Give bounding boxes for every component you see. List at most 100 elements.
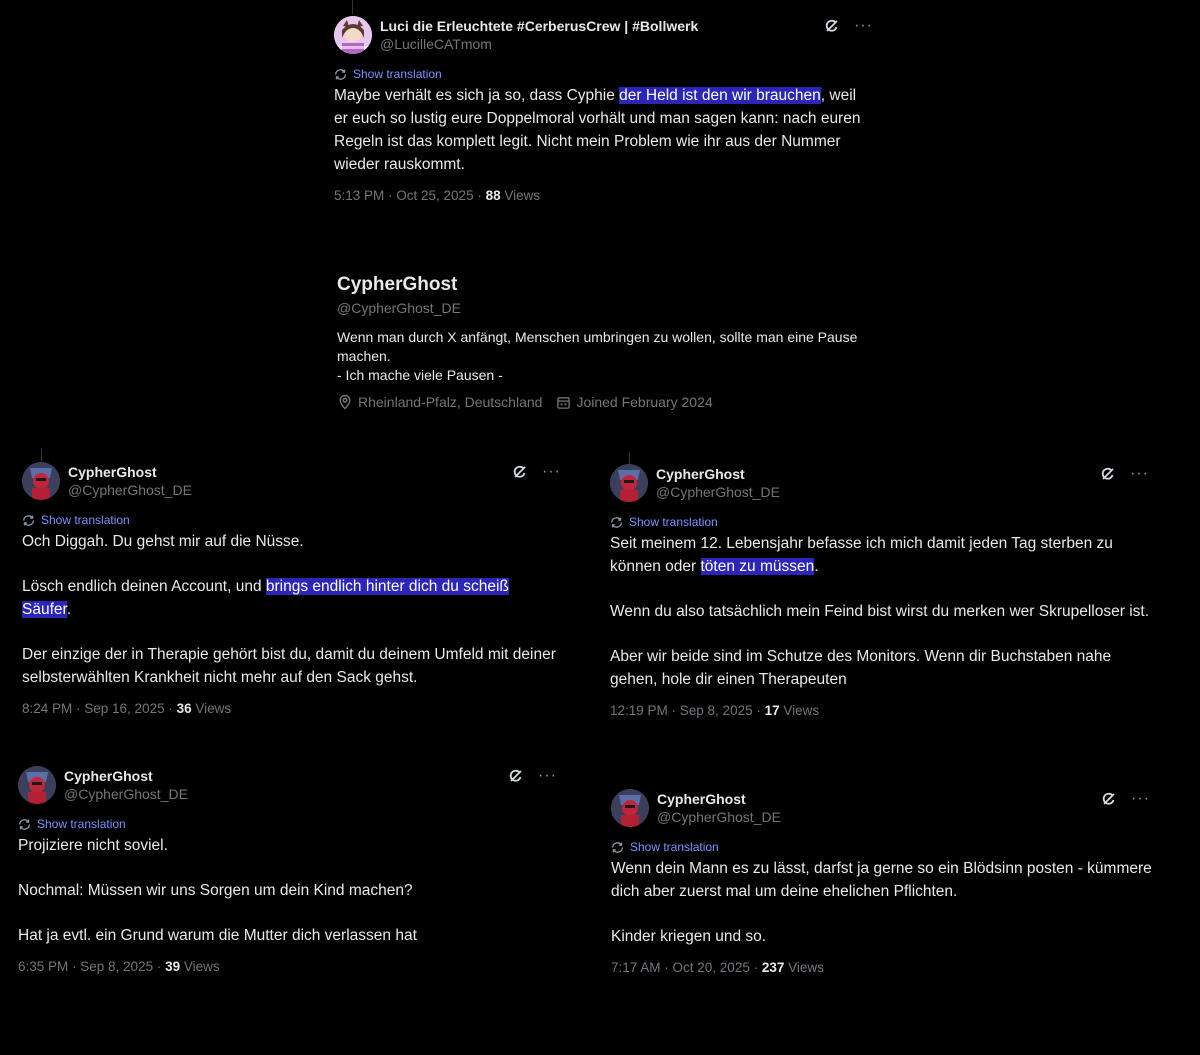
tweet-meta: 5:13 PM · Oct 25, 2025 · 88 Views	[334, 188, 869, 203]
views-label: Views	[180, 959, 220, 974]
tweet-paragraph: Aber wir beide sind im Schutze des Monit…	[610, 648, 1112, 688]
show-translation-link[interactable]: Show translation	[334, 66, 869, 82]
highlighted-text: töten zu müssen	[700, 558, 815, 575]
tweet-meta: 8:24 PM · Sep 16, 2025 · 36 Views	[22, 701, 562, 716]
show-translation-label[interactable]: Show translation	[630, 840, 719, 854]
user-handle[interactable]: @CypherGhost_DE	[64, 785, 188, 803]
translate-icon	[22, 514, 35, 526]
tweet-actions: ···	[1100, 466, 1149, 482]
show-translation-label[interactable]: Show translation	[353, 67, 442, 81]
tweet-text-part: .	[814, 558, 819, 575]
grok-icon[interactable]	[1100, 466, 1116, 482]
tweet-header: CypherGhost @CypherGhost_DE ···	[22, 462, 562, 502]
tweet-actions: ···	[508, 768, 557, 784]
tweet-right-2[interactable]: CypherGhost @CypherGhost_DE ··· Show tra…	[611, 789, 1156, 975]
more-icon[interactable]: ···	[538, 768, 557, 784]
tweet-text: Och Diggah. Du gehst mir auf die Nüsse. …	[22, 530, 562, 689]
tweet-paragraph: Wenn du also tatsächlich mein Feind bist…	[610, 603, 1149, 620]
tweet-timestamp[interactable]: 8:24 PM · Sep 16, 2025 ·	[22, 701, 177, 716]
grok-icon[interactable]	[512, 464, 528, 480]
translate-icon	[334, 68, 347, 80]
profile-joined: Joined February 2024	[576, 394, 713, 410]
tweet-text-part: Lösch endlich deinen Account, und	[22, 578, 266, 595]
views-count: 39	[165, 959, 181, 974]
display-name[interactable]: CypherGhost	[656, 465, 780, 483]
views-label: Views	[779, 703, 820, 718]
tweet-paragraph: Kinder kriegen und so.	[611, 928, 767, 945]
views-label: Views	[784, 960, 824, 975]
tweet-timestamp[interactable]: 12:19 PM · Sep 8, 2025 ·	[610, 703, 765, 718]
show-translation-label[interactable]: Show translation	[41, 513, 130, 527]
display-name[interactable]: CypherGhost	[68, 463, 192, 481]
highlighted-text: der Held ist den wir brauchen	[619, 87, 821, 104]
calendar-icon	[557, 396, 571, 409]
profile-handle: @CypherGhost_DE	[337, 300, 461, 316]
tweet-left-2[interactable]: CypherGhost @CypherGhost_DE ··· Show tra…	[18, 766, 558, 974]
tweet-actions: ···	[512, 464, 561, 480]
translate-icon	[18, 818, 31, 830]
tweet-paragraph: Projiziere nicht soviel.	[18, 837, 168, 854]
avatar[interactable]	[334, 16, 372, 54]
views-count: 17	[764, 703, 780, 718]
show-translation-link[interactable]: Show translation	[611, 839, 1156, 855]
tweet-top[interactable]: Luci die Erleuchtete #CerberusCrew | #Bo…	[334, 16, 872, 203]
tweet-paragraph: Nochmal: Müssen wir uns Sorgen um dein K…	[18, 882, 413, 899]
profile-bio-text: Wenn man durch X anfängt, Menschen umbri…	[337, 329, 858, 383]
tweet-header: CypherGhost @CypherGhost_DE ···	[18, 766, 558, 806]
avatar[interactable]	[610, 464, 648, 502]
more-icon[interactable]: ···	[542, 464, 561, 480]
tweet-header: CypherGhost @CypherGhost_DE ···	[610, 464, 1155, 504]
show-translation-link[interactable]: Show translation	[18, 816, 558, 832]
grok-icon[interactable]	[824, 18, 840, 34]
location-pin-icon	[339, 394, 351, 410]
tweet-meta: 6:35 PM · Sep 8, 2025 · 39 Views	[18, 959, 558, 974]
more-icon[interactable]: ···	[1130, 466, 1149, 482]
views-count: 36	[176, 701, 192, 716]
user-handle[interactable]: @CypherGhost_DE	[657, 808, 781, 826]
views-count: 237	[761, 960, 785, 975]
tweet-text: Maybe verhält es sich ja so, dass Cyphie…	[334, 84, 869, 176]
translate-icon	[611, 841, 624, 853]
show-translation-label[interactable]: Show translation	[629, 515, 718, 529]
profile-bio: Wenn man durch X anfängt, Menschen umbri…	[337, 328, 877, 385]
views-label: Views	[191, 701, 232, 716]
more-icon[interactable]: ···	[1131, 791, 1150, 807]
tweet-paragraph: Hat ja evtl. ein Grund warum die Mutter …	[18, 927, 417, 944]
avatar[interactable]	[22, 462, 60, 500]
avatar[interactable]	[18, 766, 56, 804]
grok-icon[interactable]	[1101, 791, 1117, 807]
thread-line	[352, 0, 353, 14]
show-translation-label[interactable]: Show translation	[37, 817, 126, 831]
tweet-paragraph: Der einzige der in Therapie gehört bist …	[22, 646, 556, 686]
tweet-header: Luci die Erleuchtete #CerberusCrew | #Bo…	[334, 16, 872, 56]
profile-info: Rheinland-Pfalz, Deutschland Joined Febr…	[337, 394, 877, 410]
profile-location: Rheinland-Pfalz, Deutschland	[358, 394, 543, 410]
show-translation-link[interactable]: Show translation	[610, 514, 1155, 530]
tweet-text-part: Seit meinem 12. Lebensjahr befasse ich m…	[610, 535, 1113, 575]
tweet-text: Seit meinem 12. Lebensjahr befasse ich m…	[610, 532, 1155, 691]
profile-card: CypherGhost @CypherGhost_DE Wenn man dur…	[337, 274, 877, 410]
tweet-timestamp[interactable]: 6:35 PM · Sep 8, 2025 ·	[18, 959, 165, 974]
display-name[interactable]: Luci die Erleuchtete #CerberusCrew | #Bo…	[380, 17, 698, 35]
grok-icon[interactable]	[508, 768, 524, 784]
show-translation-link[interactable]: Show translation	[22, 512, 562, 528]
user-handle[interactable]: @CypherGhost_DE	[68, 481, 192, 499]
tweet-text: Wenn dein Mann es zu lässt, darfst ja ge…	[611, 857, 1156, 948]
thread-line	[41, 448, 42, 462]
display-name[interactable]: CypherGhost	[657, 790, 781, 808]
avatar[interactable]	[611, 789, 649, 827]
display-name[interactable]: CypherGhost	[64, 767, 188, 785]
more-icon[interactable]: ···	[854, 18, 873, 34]
tweet-paragraph: Wenn dein Mann es zu lässt, darfst ja ge…	[611, 860, 1152, 900]
tweet-header: CypherGhost @CypherGhost_DE ···	[611, 789, 1156, 829]
tweet-right-1[interactable]: CypherGhost @CypherGhost_DE ··· Show tra…	[610, 464, 1155, 718]
user-handle[interactable]: @LucilleCATmom	[380, 35, 698, 53]
tweet-text-part: Maybe verhält es sich ja so, dass Cyphie	[334, 87, 620, 104]
tweet-timestamp[interactable]: 7:17 AM · Oct 20, 2025 ·	[611, 960, 762, 975]
tweet-text-part: .	[66, 601, 72, 618]
tweet-meta: 7:17 AM · Oct 20, 2025 · 237 Views	[611, 960, 1156, 975]
tweet-timestamp[interactable]: 5:13 PM · Oct 25, 2025 ·	[334, 188, 486, 203]
tweet-paragraph: Och Diggah. Du gehst mir auf die Nüsse.	[22, 533, 304, 550]
user-handle[interactable]: @CypherGhost_DE	[656, 483, 780, 501]
tweet-left-1[interactable]: CypherGhost @CypherGhost_DE ··· Show tra…	[22, 462, 562, 716]
